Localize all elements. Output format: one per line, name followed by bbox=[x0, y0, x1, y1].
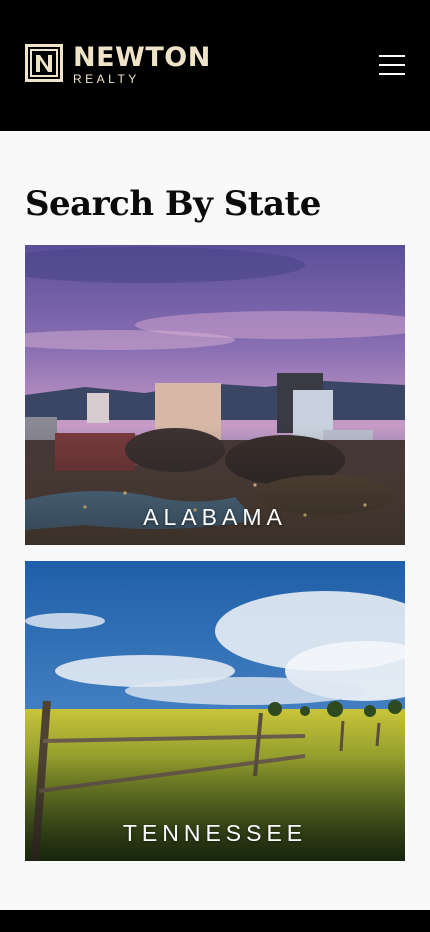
site-header: NEWTON REALTY bbox=[0, 0, 430, 131]
hamburger-menu-icon[interactable] bbox=[379, 55, 405, 75]
site-footer bbox=[0, 910, 430, 932]
logo-monogram-icon bbox=[25, 44, 63, 82]
newton-realty-logo[interactable]: NEWTON REALTY bbox=[25, 44, 211, 85]
city-skyline-dusk-image bbox=[25, 245, 405, 545]
brand-sub: REALTY bbox=[73, 72, 140, 86]
brand-name: NEWTON bbox=[73, 42, 211, 73]
state-card-alabama[interactable]: ALABAMA bbox=[25, 245, 405, 545]
page-title: Search By State bbox=[25, 184, 321, 224]
state-label-alabama: ALABAMA bbox=[143, 504, 287, 530]
field-fence-sky-image bbox=[25, 561, 405, 861]
state-label-tennessee: TENNESSEE bbox=[122, 820, 308, 846]
logo-wordmark: NEWTON REALTY bbox=[73, 44, 211, 85]
state-card-tennessee[interactable]: TENNESSEE bbox=[25, 561, 405, 861]
